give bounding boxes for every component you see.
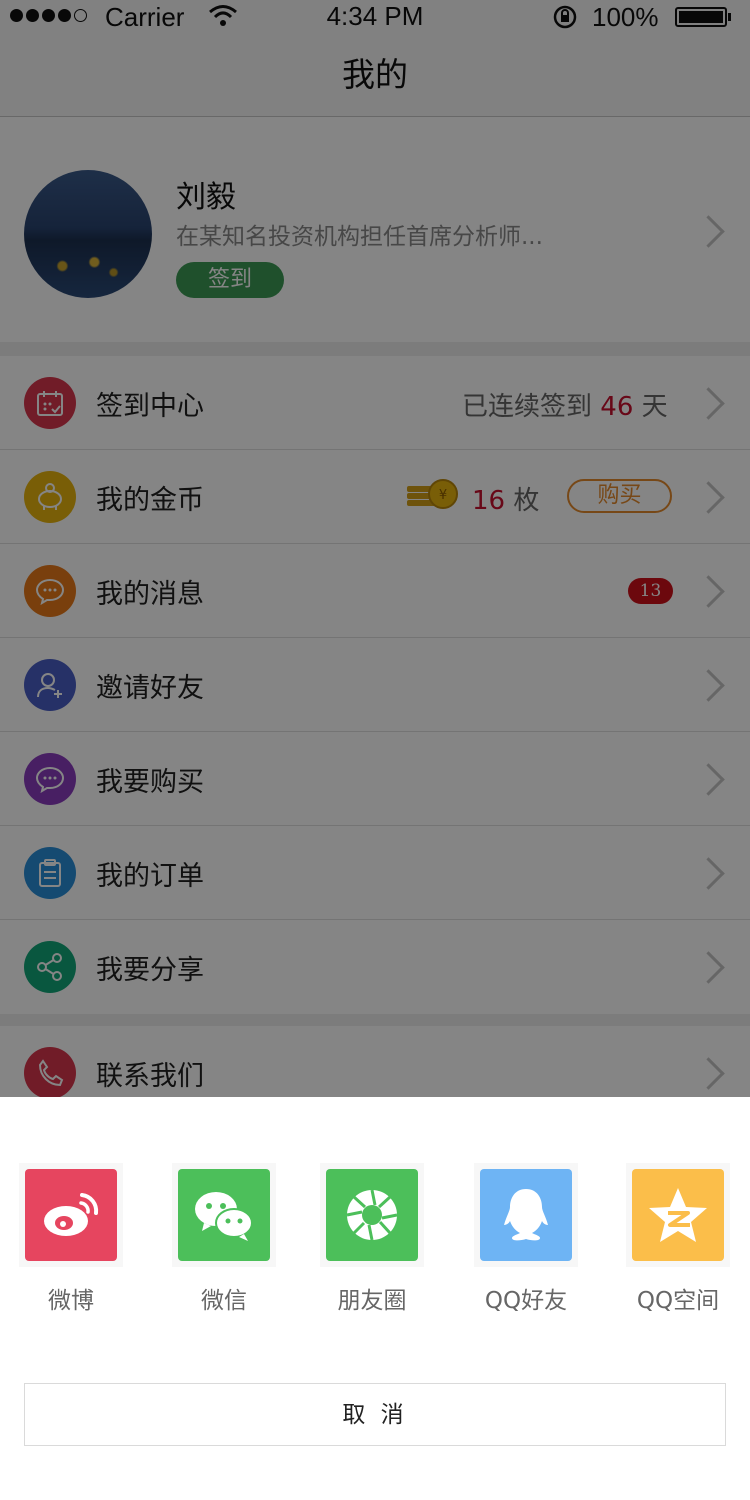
share-target-label: QQ好友 bbox=[484, 1288, 568, 1314]
wechat-icon bbox=[178, 1169, 270, 1261]
share-target-qzone[interactable]: QQ空间 bbox=[626, 1163, 730, 1315]
qzone-icon bbox=[632, 1169, 724, 1261]
share-tile bbox=[474, 1163, 578, 1267]
cancel-button[interactable]: 取 消 bbox=[24, 1383, 726, 1446]
share-tile bbox=[320, 1163, 424, 1267]
share-target-qq[interactable]: QQ好友 bbox=[474, 1163, 578, 1315]
share-target-label: QQ空间 bbox=[636, 1288, 720, 1314]
share-target-wechat[interactable]: 微信 bbox=[172, 1163, 276, 1315]
share-target-weibo[interactable]: 微博 bbox=[19, 1163, 123, 1315]
share-target-moments[interactable]: 朋友圈 bbox=[320, 1163, 424, 1315]
share-sheet: 微博 微信 朋友圈 QQ好友 QQ空间 取 消 bbox=[0, 1097, 750, 1500]
share-target-label: 微博 bbox=[48, 1288, 94, 1314]
share-target-label: 朋友圈 bbox=[337, 1288, 407, 1314]
moments-icon bbox=[326, 1169, 418, 1261]
weibo-icon bbox=[25, 1169, 117, 1261]
share-tile bbox=[626, 1163, 730, 1267]
qq-icon bbox=[480, 1169, 572, 1261]
share-target-label: 微信 bbox=[201, 1288, 247, 1314]
share-tile bbox=[172, 1163, 276, 1267]
share-tile bbox=[19, 1163, 123, 1267]
modal-overlay[interactable] bbox=[0, 0, 750, 1097]
